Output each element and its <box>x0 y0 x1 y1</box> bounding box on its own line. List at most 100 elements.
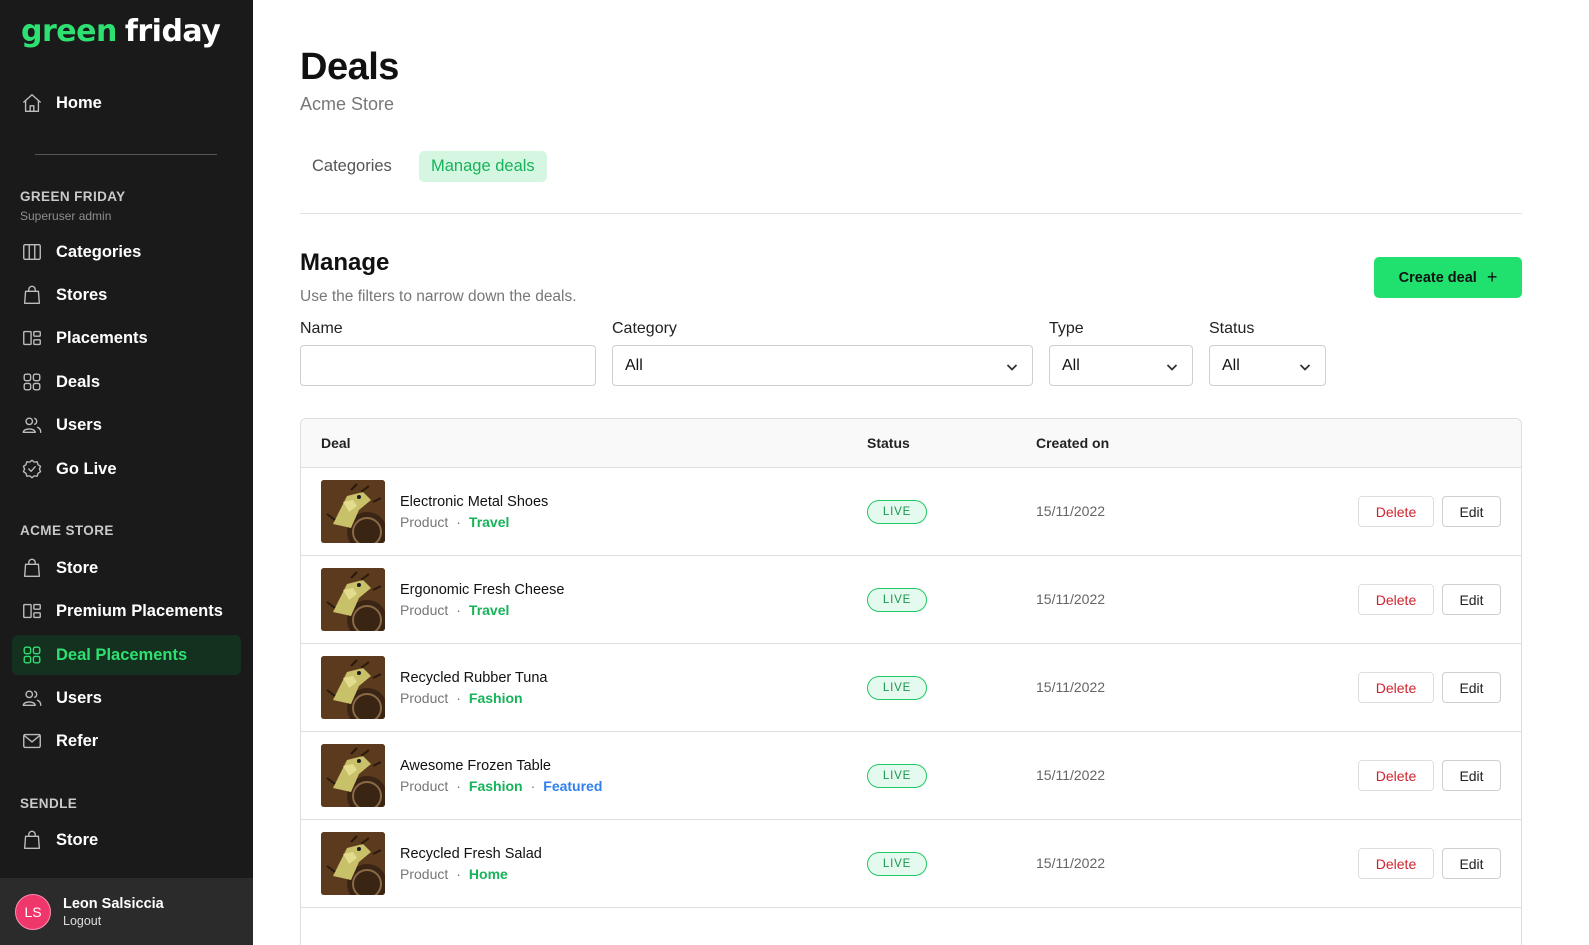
deal-thumbnail <box>321 744 385 807</box>
brand-logo[interactable]: green friday <box>21 14 221 49</box>
sidebar-item-placements[interactable]: Placements <box>12 318 241 358</box>
status-badge: LIVE <box>867 676 927 700</box>
deal-meta: Product · Travel <box>400 514 509 530</box>
deal-name[interactable]: Recycled Fresh Salad <box>400 846 542 862</box>
sidebar-item-label: Stores <box>56 285 108 304</box>
delete-button[interactable]: Delete <box>1358 760 1434 791</box>
logout-link[interactable]: Logout <box>63 914 164 928</box>
deal-image-icon <box>321 656 385 719</box>
type-filter-select[interactable]: All <box>1049 345 1193 386</box>
page-subtitle: Acme Store <box>300 94 395 114</box>
shopping-bag-icon <box>21 829 43 851</box>
created-on: 15/11/2022 <box>1036 767 1106 783</box>
grid-icon <box>21 371 43 393</box>
deal-name[interactable]: Ergonomic Fresh Cheese <box>400 582 564 598</box>
tab-categories[interactable]: Categories <box>300 151 404 182</box>
table-row: Recycled Fresh Salad Product · Home LIVE… <box>301 820 1521 908</box>
deal-type: Product <box>400 514 449 530</box>
sidebar-item-go-live[interactable]: Go Live <box>12 449 241 489</box>
avatar[interactable]: LS <box>15 893 51 930</box>
sidebar-section-title: GREEN FRIDAY <box>20 189 126 204</box>
table-header: Deal Status Created on <box>301 419 1521 468</box>
sidebar-item-label: Categories <box>56 242 142 261</box>
deal-type: Product <box>400 602 449 618</box>
deal-image-icon <box>321 568 385 631</box>
created-on: 15/11/2022 <box>1036 679 1106 695</box>
table-row: Awesome Frozen Table Product · Fashion ·… <box>301 732 1521 820</box>
plus-icon: + <box>1486 267 1498 287</box>
column-header-status: Status <box>867 435 910 451</box>
separator-dot: · <box>456 778 461 794</box>
deal-thumbnail <box>321 656 385 719</box>
deal-image-icon <box>321 744 385 807</box>
separator-dot: · <box>456 690 461 706</box>
sidebar-item-label: Users <box>56 688 102 707</box>
sidebar-divider <box>35 154 217 155</box>
deal-thumbnail <box>321 832 385 895</box>
status-filter-select[interactable]: All <box>1209 345 1326 386</box>
edit-button[interactable]: Edit <box>1442 496 1501 527</box>
create-deal-button[interactable]: Create deal + <box>1374 257 1522 298</box>
columns-icon <box>21 241 43 263</box>
sidebar-item-label: Home <box>56 93 102 112</box>
check-badge-icon <box>21 458 43 480</box>
sidebar-item-store-users[interactable]: Users <box>12 678 241 718</box>
deal-thumbnail <box>321 568 385 631</box>
deals-table: Deal Status Created on Electronic Metal … <box>300 418 1522 945</box>
name-filter-label: Name <box>300 320 343 337</box>
delete-button[interactable]: Delete <box>1358 672 1434 703</box>
deal-category: Home <box>468 866 508 882</box>
user-name: Leon Salsiccia <box>63 895 164 912</box>
placements-icon <box>21 600 43 622</box>
sidebar-section-title: SENDLE <box>20 796 78 811</box>
edit-button[interactable]: Edit <box>1442 672 1501 703</box>
sidebar-item-sendle-store[interactable]: Store <box>12 820 241 860</box>
section-title: Manage <box>300 249 390 276</box>
sidebar-item-deal-placements[interactable]: Deal Placements <box>12 635 241 675</box>
brand-logo-part1: green <box>21 14 117 49</box>
edit-button[interactable]: Edit <box>1442 760 1501 791</box>
separator-dot: · <box>456 602 461 618</box>
sidebar-item-label: Go Live <box>56 459 117 478</box>
edit-button[interactable]: Edit <box>1442 848 1501 879</box>
sidebar-item-refer[interactable]: Refer <box>12 721 241 761</box>
category-filter-select[interactable]: All <box>612 345 1033 386</box>
column-header-deal: Deal <box>321 435 351 451</box>
deal-name[interactable]: Recycled Rubber Tuna <box>400 670 548 686</box>
sidebar-item-categories[interactable]: Categories <box>12 232 241 272</box>
sidebar-item-label: Placements <box>56 328 148 347</box>
deal-name[interactable]: Electronic Metal Shoes <box>400 494 548 510</box>
created-on: 15/11/2022 <box>1036 503 1106 519</box>
deal-category: Fashion <box>468 778 523 794</box>
deal-type: Product <box>400 866 449 882</box>
separator-dot: · <box>456 866 461 882</box>
sidebar-item-store[interactable]: Store <box>12 548 241 588</box>
name-filter-field[interactable] <box>300 345 596 386</box>
sidebar-item-premium-placements[interactable]: Premium Placements <box>12 591 241 631</box>
home-icon <box>21 92 43 114</box>
deal-meta: Product · Fashion · Featured <box>400 778 602 794</box>
table-body: Electronic Metal Shoes Product · Travel … <box>301 468 1521 908</box>
status-badge: LIVE <box>867 852 927 876</box>
status-badge: LIVE <box>867 500 927 524</box>
deal-type: Product <box>400 690 449 706</box>
status-badge: LIVE <box>867 588 927 612</box>
name-filter-input[interactable] <box>313 346 595 385</box>
sidebar-item-deals[interactable]: Deals <box>12 362 241 402</box>
delete-button[interactable]: Delete <box>1358 496 1434 527</box>
deal-type: Product <box>400 778 449 794</box>
delete-button[interactable]: Delete <box>1358 584 1434 615</box>
sidebar-item-label: Deal Placements <box>56 645 188 664</box>
tab-manage-deals[interactable]: Manage deals <box>419 151 547 182</box>
column-header-created: Created on <box>1036 435 1110 451</box>
delete-button[interactable]: Delete <box>1358 848 1434 879</box>
deal-name[interactable]: Awesome Frozen Table <box>400 758 551 774</box>
sidebar-item-home[interactable]: Home <box>12 83 241 123</box>
shopping-bag-icon <box>21 284 43 306</box>
sidebar-item-label: Store <box>56 558 99 577</box>
page-title: Deals <box>300 46 399 88</box>
table-row: Recycled Rubber Tuna Product · Fashion L… <box>301 644 1521 732</box>
sidebar-item-users[interactable]: Users <box>12 405 241 445</box>
edit-button[interactable]: Edit <box>1442 584 1501 615</box>
sidebar-item-stores[interactable]: Stores <box>12 275 241 315</box>
